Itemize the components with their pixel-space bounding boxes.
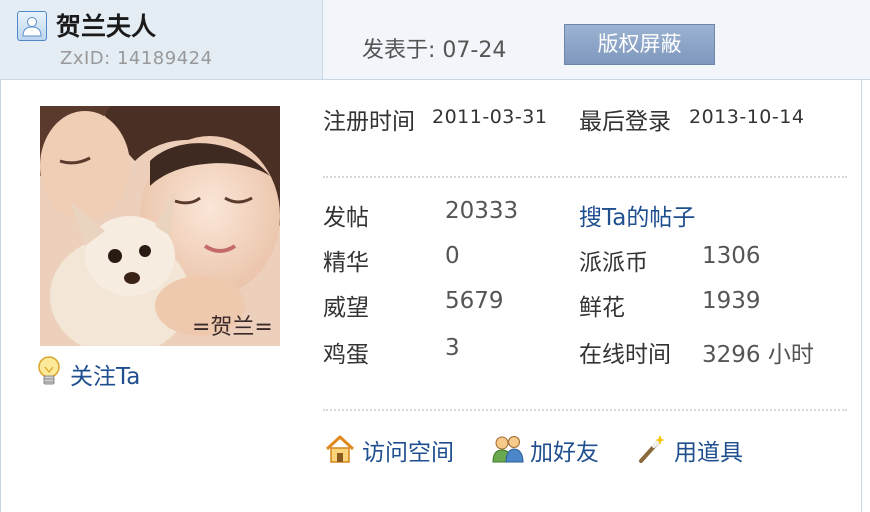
divider [323, 409, 847, 411]
last-login-value: 2013-10-14 [689, 106, 805, 128]
user-header: 贺兰夫人 ZxID: 14189424 [0, 0, 323, 80]
essence-label: 精华 [323, 250, 369, 276]
visit-space-link[interactable]: 访问空间 [362, 433, 454, 467]
follow-link[interactable]: 关注Ta [70, 357, 140, 391]
copyright-block-button[interactable]: 版权屏蔽 [564, 24, 715, 65]
online-time-label: 在线时间 [579, 342, 671, 368]
posted-date: 07-24 [442, 38, 507, 63]
lightbulb-icon [35, 355, 63, 393]
eggs-label: 鸡蛋 [323, 342, 369, 368]
posts-value: 20333 [445, 198, 519, 224]
register-time-label: 注册时间 [323, 109, 415, 135]
register-time-value: 2011-03-31 [432, 106, 548, 128]
user-icon [17, 11, 47, 41]
eggs-value: 3 [445, 335, 460, 361]
add-friend-link[interactable]: 加好友 [530, 433, 599, 467]
avatar-caption: =贺兰= [192, 315, 273, 340]
posts-label: 发帖 [323, 205, 369, 231]
panel-border [0, 80, 1, 512]
flowers-value: 1939 [702, 288, 761, 314]
search-posts-link[interactable]: 搜Ta的帖子 [579, 198, 695, 232]
essence-value: 0 [445, 243, 460, 269]
username[interactable]: 贺兰夫人 [56, 7, 156, 43]
coins-label: 派派币 [579, 250, 648, 276]
prestige-value: 5679 [445, 288, 504, 314]
add-friend-icon [491, 433, 525, 469]
coins-value: 1306 [702, 243, 761, 269]
zxid: ZxID: 14189424 [60, 48, 213, 69]
magic-wand-icon [636, 433, 666, 469]
last-login-label: 最后登录 [579, 109, 671, 135]
flowers-label: 鲜花 [579, 295, 625, 321]
prestige-label: 威望 [323, 295, 369, 321]
divider [323, 176, 847, 178]
posted-info: 发表于: 07-24 [362, 32, 506, 64]
use-item-link[interactable]: 用道具 [674, 433, 743, 467]
online-time-value: 3296 小时 [702, 342, 814, 368]
home-icon [324, 433, 356, 469]
posted-label: 发表于: [362, 38, 436, 63]
